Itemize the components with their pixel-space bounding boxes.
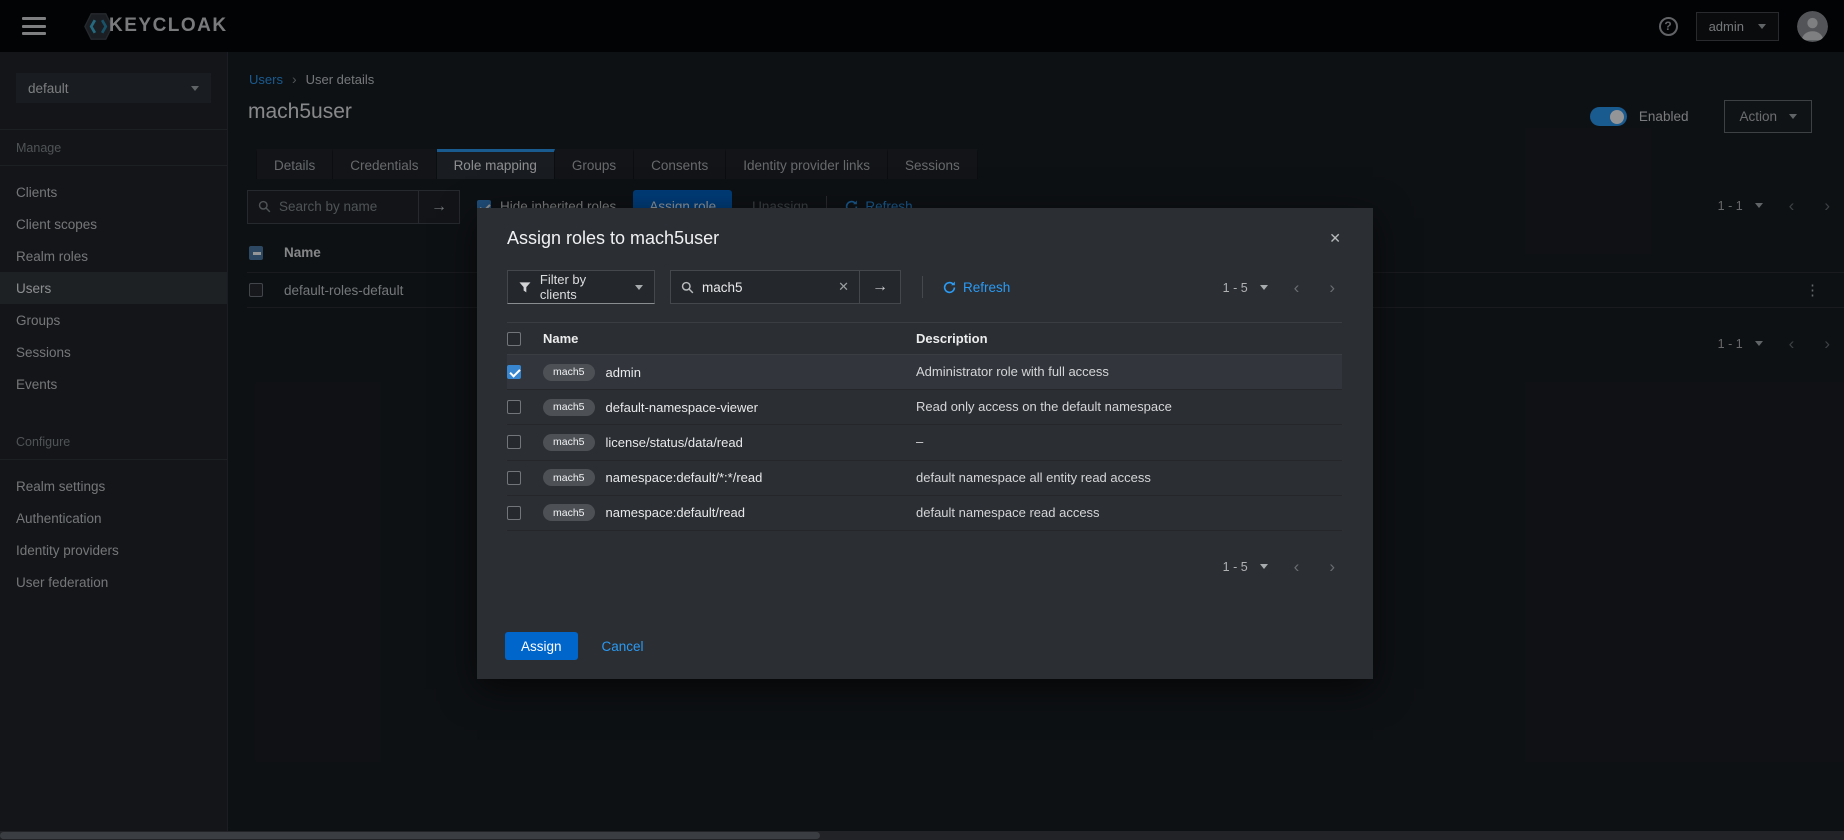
modal-footer: Assign Cancel [505,632,644,660]
caret-down-icon [635,284,643,290]
prev-page-button[interactable]: ‹ [1294,558,1300,575]
client-badge: mach5 [543,504,595,522]
modal-table-row[interactable]: mach5 default-namespace-viewer Read only… [507,390,1342,426]
row-checkbox[interactable] [507,365,521,380]
horizontal-scrollbar[interactable] [0,831,1844,840]
modal-refresh-button[interactable]: Refresh [943,280,1010,295]
row-checkbox[interactable] [507,435,521,450]
description-column-header: Description [916,330,988,346]
filter-icon [519,281,531,292]
role-name-cell: namespace:default/read [605,505,745,521]
role-description-cell: Read only access on the default namespac… [916,399,1172,415]
modal-search-box: ✕ [670,270,860,304]
modal-close-button[interactable]: ✕ [1325,228,1345,249]
role-description-cell: default namespace read access [916,504,1100,520]
prev-page-button[interactable]: ‹ [1294,279,1300,296]
modal-table-header-row: Name Description [507,322,1342,355]
per-page-dropdown[interactable] [1259,564,1268,569]
search-icon [681,281,694,293]
modal-search-input[interactable] [702,279,831,295]
client-badge: mach5 [543,398,595,416]
role-name-cell: namespace:default/*:*/read [605,470,763,486]
modal-table-row[interactable]: mach5 namespace:default/read default nam… [507,496,1342,531]
role-description-cell: Administrator role with full access [916,364,1109,380]
modal-table-row[interactable]: mach5 admin Administrator role with full… [507,355,1342,391]
clear-search-button[interactable]: ✕ [838,279,849,295]
pagination-range: 1 - 5 [1222,559,1248,574]
modal-toolbar: Filter by clients ✕ → Refresh 1 - 5 ‹ › [507,270,1343,304]
filter-by-clients-dropdown[interactable]: Filter by clients [507,270,655,304]
row-checkbox[interactable] [507,505,521,520]
scrollbar-thumb[interactable] [0,832,820,839]
modal-pagination-top: 1 - 5 ‹ › [1223,279,1335,296]
role-name-cell: admin [605,364,641,380]
name-column-header: Name [543,331,579,346]
divider [922,276,923,298]
modal-table-row[interactable]: mach5 namespace:default/*:*/read default… [507,461,1342,496]
per-page-dropdown[interactable] [1259,285,1268,290]
client-badge: mach5 [543,469,595,487]
role-name-cell: license/status/data/read [605,434,743,450]
cancel-button[interactable]: Cancel [602,639,644,654]
assign-roles-modal: Assign roles to mach5user ✕ Filter by cl… [477,208,1373,679]
client-badge: mach5 [543,433,595,451]
role-name-cell: default-namespace-viewer [605,399,758,415]
modal-table-row[interactable]: mach5 license/status/data/read – [507,425,1342,461]
filter-dropdown-label: Filter by clients [539,272,587,302]
modal-header: Assign roles to mach5user ✕ [477,208,1373,249]
select-all-checkbox[interactable] [507,331,521,346]
modal-pagination-bottom: 1 - 5 ‹ › [1223,558,1335,575]
role-description-cell: – [916,434,924,450]
next-page-button[interactable]: › [1329,558,1335,575]
role-description-cell: default namespace all entity read access [916,469,1151,485]
modal-roles-table: Name Description mach5 admin Administrat… [507,322,1342,531]
row-checkbox[interactable] [507,400,521,415]
arrow-right-icon: → [872,278,888,295]
next-page-button[interactable]: › [1329,279,1335,296]
pagination-range: 1 - 5 [1222,280,1248,295]
modal-search-submit-button[interactable]: → [860,270,901,304]
refresh-icon [943,280,956,293]
assign-button[interactable]: Assign [505,632,578,660]
row-checkbox[interactable] [507,470,521,485]
modal-title: Assign roles to mach5user [507,228,720,248]
client-badge: mach5 [543,363,595,381]
